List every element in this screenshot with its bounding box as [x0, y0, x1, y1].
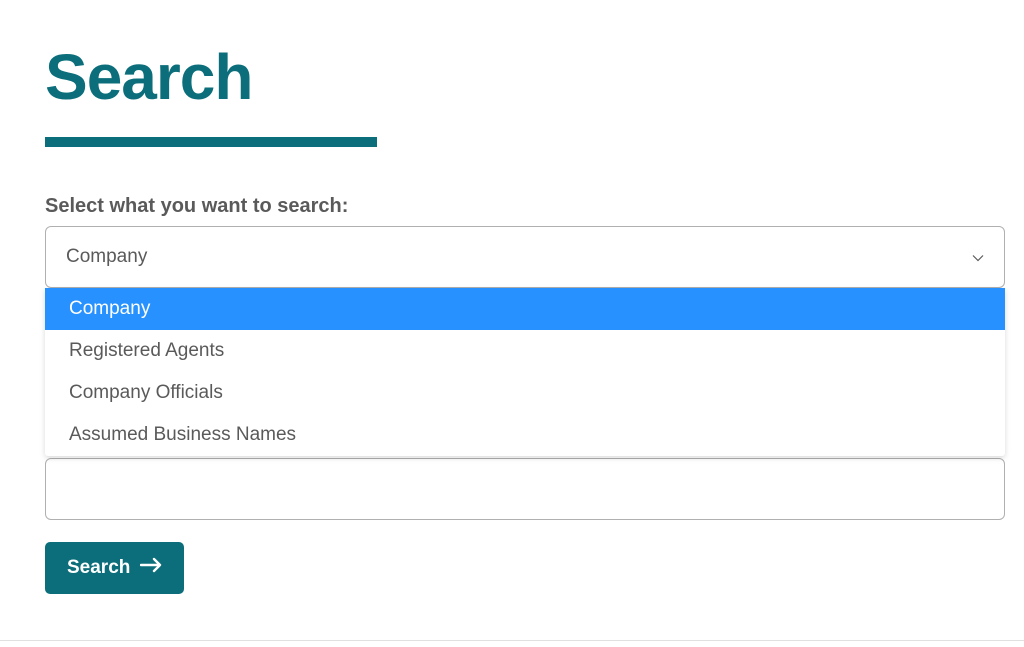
dropdown-option-label: Company: [69, 298, 150, 319]
search-type-select-wrapper: Company Company Registered Agents Compan…: [45, 226, 1005, 288]
search-query-input[interactable]: [45, 458, 1005, 520]
search-button[interactable]: Search: [45, 542, 184, 594]
search-type-selected-value: Company: [66, 246, 147, 268]
page-title: Search: [45, 45, 1004, 109]
search-button-label: Search: [67, 557, 130, 579]
dropdown-option-label: Company Officials: [69, 382, 223, 403]
title-underline: [45, 137, 377, 147]
dropdown-option-company-officials[interactable]: Company Officials: [45, 372, 1005, 414]
dropdown-option-label: Registered Agents: [69, 340, 224, 361]
chevron-down-icon: [972, 246, 984, 268]
search-type-dropdown: Company Registered Agents Company Offici…: [45, 288, 1005, 456]
dropdown-option-registered-agents[interactable]: Registered Agents: [45, 330, 1005, 372]
dropdown-option-label: Assumed Business Names: [69, 424, 296, 445]
dropdown-option-assumed-business-names[interactable]: Assumed Business Names: [45, 414, 1005, 456]
arrow-right-icon: [140, 557, 162, 579]
search-type-label: Select what you want to search:: [45, 195, 1004, 218]
search-type-select[interactable]: Company: [45, 226, 1005, 288]
footer-divider: [0, 640, 1024, 641]
dropdown-option-company[interactable]: Company: [45, 288, 1005, 330]
